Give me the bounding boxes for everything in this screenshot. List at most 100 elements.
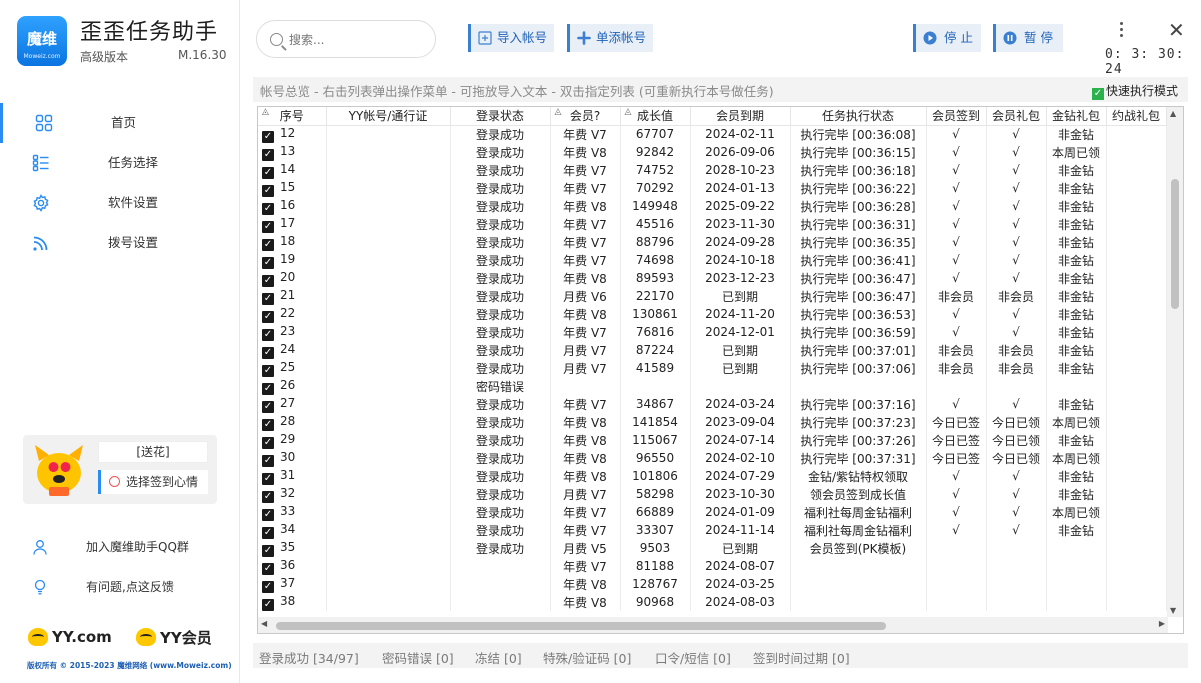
- table-row[interactable]: ✓ 28 登录成功 年费 V8 141854 2023-09-04 执行完毕 [00:37:…: [258, 413, 1167, 431]
- column-header-member[interactable]: ◬ 会员?: [550, 107, 621, 126]
- row-checkbox[interactable]: ✓: [262, 544, 274, 557]
- table-row[interactable]: ✓ 27 登录成功 年费 V7 34867 2024-03-24 执行完毕 [00:37:1…: [258, 395, 1167, 413]
- column-header-login-status[interactable]: 登录状态: [450, 107, 551, 126]
- sidebar-item-dial[interactable]: 拨号设置: [0, 223, 240, 263]
- table-row[interactable]: ✓ 15 登录成功 年费 V7 70292 2024-01-13 执行完毕 [00:36:2…: [258, 179, 1167, 197]
- qq-group-link[interactable]: 加入魔维助手QQ群: [0, 532, 240, 562]
- column-header-battle-gift[interactable]: 约战礼包: [1106, 107, 1167, 126]
- cell-login-status: 登录成功: [450, 287, 551, 305]
- row-checkbox[interactable]: ✓: [262, 436, 274, 449]
- row-checkbox[interactable]: ✓: [262, 346, 274, 359]
- table-row[interactable]: ✓ 37 年费 V8 128767 2024-03-25: [258, 575, 1167, 593]
- row-checkbox[interactable]: ✓: [262, 562, 274, 575]
- row-checkbox[interactable]: ✓: [262, 148, 274, 161]
- cell-task-status: [790, 377, 927, 395]
- row-checkbox[interactable]: ✓: [262, 274, 274, 287]
- table-row[interactable]: ✓ 17 登录成功 年费 V7 45516 2023-11-30 执行完毕 [00:36:3…: [258, 215, 1167, 233]
- cell-member: 年费 V7: [550, 233, 621, 251]
- table-row[interactable]: ✓ 22 登录成功 年费 V8 130861 2024-11-20 执行完毕 [00:36:…: [258, 305, 1167, 323]
- table-row[interactable]: ✓ 29 登录成功 年费 V8 115067 2024-07-14 执行完毕 [00:37:…: [258, 431, 1167, 449]
- column-header-seq[interactable]: ◬ 序号: [258, 107, 327, 126]
- cell-login-status: [450, 593, 551, 611]
- cell-growth: 115067: [620, 431, 691, 449]
- column-header-member-checkin[interactable]: 会员签到: [926, 107, 987, 126]
- stop-button[interactable]: 停 止: [913, 24, 981, 52]
- row-checkbox[interactable]: ✓: [262, 418, 274, 431]
- scroll-thumb[interactable]: [1171, 179, 1179, 309]
- table-row[interactable]: ✓ 25 登录成功 月费 V7 41589 已到期 执行完毕 [00:37:06] 非会员 非会…: [258, 359, 1167, 377]
- row-checkbox[interactable]: ✓: [262, 328, 274, 341]
- close-icon[interactable]: ✕: [1168, 20, 1185, 40]
- column-header-expiry[interactable]: 会员到期: [690, 107, 791, 126]
- row-checkbox[interactable]: ✓: [262, 166, 274, 179]
- row-checkbox[interactable]: ✓: [262, 292, 274, 305]
- row-checkbox[interactable]: ✓: [262, 202, 274, 215]
- table-row[interactable]: ✓ 20 登录成功 年费 V8 89593 2023-12-23 执行完毕 [00:36:4…: [258, 269, 1167, 287]
- cell-login-status: [450, 557, 551, 575]
- column-header-gold-gift[interactable]: 金钻礼包: [1046, 107, 1107, 126]
- sidebar-item-home[interactable]: 首页: [0, 103, 240, 143]
- column-header-account[interactable]: YY帐号/通行证: [326, 107, 451, 126]
- table-row[interactable]: ✓ 13 登录成功 年费 V8 92842 2026-09-06 执行完毕 [00:36:1…: [258, 143, 1167, 161]
- sidebar-item-tasks[interactable]: 任务选择: [0, 143, 240, 183]
- feedback-link[interactable]: 有问题,点这反馈: [0, 572, 240, 602]
- row-checkbox[interactable]: ✓: [262, 382, 274, 395]
- column-header-task-status[interactable]: 任务执行状态: [790, 107, 927, 126]
- horizontal-scrollbar[interactable]: ◀ ▶: [258, 617, 1168, 633]
- import-accounts-button[interactable]: 导入帐号: [468, 24, 554, 52]
- pause-button[interactable]: 暂 停: [993, 24, 1063, 52]
- row-checkbox[interactable]: ✓: [262, 472, 274, 485]
- table-row[interactable]: ✓ 21 登录成功 月费 V6 22170 已到期 执行完毕 [00:36:47] 非会员 非会…: [258, 287, 1167, 305]
- row-checkbox[interactable]: ✓: [262, 238, 274, 251]
- table-row[interactable]: ✓ 18 登录成功 年费 V7 88796 2024-09-28 执行完毕 [00:36:3…: [258, 233, 1167, 251]
- table-row[interactable]: ✓ 34 登录成功 年费 V7 33307 2024-11-14 福利社每周金钻福利 √ √ 非金…: [258, 521, 1167, 539]
- table-row[interactable]: ✓ 14 登录成功 年费 V7 74752 2028-10-23 执行完毕 [00:36:1…: [258, 161, 1167, 179]
- table-row[interactable]: ✓ 31 登录成功 年费 V8 101806 2024-07-29 金钻/紫钻特权领取 √ √ 非…: [258, 467, 1167, 485]
- row-checkbox[interactable]: ✓: [262, 400, 274, 413]
- row-checkbox[interactable]: ✓: [262, 364, 274, 377]
- table-row[interactable]: ✓ 32 登录成功 月费 V7 58298 2023-10-30 领会员签到成长值 √ √ 非金钻: [258, 485, 1167, 503]
- row-checkbox[interactable]: ✓: [262, 598, 274, 611]
- table-row[interactable]: ✓ 33 登录成功 年费 V7 66889 2024-01-09 福利社每周金钻福利 √ √ 本周…: [258, 503, 1167, 521]
- scroll-thumb[interactable]: [276, 622, 886, 630]
- more-menu-icon[interactable]: [1118, 22, 1124, 40]
- scroll-left-icon[interactable]: ◀: [261, 619, 267, 628]
- row-checkbox[interactable]: ✓: [262, 526, 274, 539]
- search-input[interactable]: [289, 30, 424, 50]
- cell-gold-gift: 非金钻: [1046, 125, 1107, 143]
- scroll-right-icon[interactable]: ▶: [1159, 619, 1165, 628]
- scroll-down-icon[interactable]: ▼: [1170, 606, 1176, 615]
- table-row[interactable]: ✓ 23 登录成功 年费 V7 76816 2024-12-01 执行完毕 [00:36:5…: [258, 323, 1167, 341]
- row-checkbox[interactable]: ✓: [262, 130, 274, 143]
- row-checkbox[interactable]: ✓: [262, 184, 274, 197]
- sidebar-item-settings[interactable]: 软件设置: [0, 183, 240, 223]
- table-row[interactable]: ✓ 19 登录成功 年费 V7 74698 2024-10-18 执行完毕 [00:36:4…: [258, 251, 1167, 269]
- send-flowers-button[interactable]: [送花]: [98, 441, 208, 463]
- column-header-growth[interactable]: ◬ 成长值: [620, 107, 691, 126]
- search-box[interactable]: [256, 20, 436, 58]
- table-row[interactable]: ✓ 36 年费 V7 81188 2024-08-07: [258, 557, 1167, 575]
- table-row[interactable]: ✓ 16 登录成功 年费 V8 149948 2025-09-22 执行完毕 [00:36:…: [258, 197, 1167, 215]
- add-account-button[interactable]: 单添帐号: [567, 24, 653, 52]
- table-row[interactable]: ✓ 26 密码错误: [258, 377, 1167, 395]
- row-checkbox[interactable]: ✓: [262, 256, 274, 269]
- cell-battle-gift: [1106, 323, 1167, 341]
- scroll-up-icon[interactable]: ▲: [1170, 109, 1176, 118]
- checkin-mood-button[interactable]: 选择签到心情: [98, 470, 208, 494]
- table-row[interactable]: ✓ 38 年费 V8 90968 2024-08-03: [258, 593, 1167, 611]
- row-checkbox[interactable]: ✓: [262, 508, 274, 521]
- column-header-member-gift[interactable]: 会员礼包: [986, 107, 1047, 126]
- row-checkbox[interactable]: ✓: [262, 580, 274, 593]
- row-checkbox[interactable]: ✓: [262, 310, 274, 323]
- quick-mode-checkbox[interactable]: ✓ 快速执行模式: [1092, 82, 1178, 100]
- row-checkbox[interactable]: ✓: [262, 490, 274, 503]
- cell-member-checkin: 非会员: [926, 287, 987, 305]
- table-row[interactable]: ✓ 30 登录成功 年费 V8 96550 2024-02-10 执行完毕 [00:37:3…: [258, 449, 1167, 467]
- table-row[interactable]: ✓ 24 登录成功 月费 V7 87224 已到期 执行完毕 [00:37:01] 非会员 非会…: [258, 341, 1167, 359]
- row-checkbox[interactable]: ✓: [262, 454, 274, 467]
- cell-gold-gift: [1046, 539, 1107, 557]
- vertical-scrollbar[interactable]: ▲ ▼: [1167, 107, 1183, 617]
- row-checkbox[interactable]: ✓: [262, 220, 274, 233]
- table-row[interactable]: ✓ 12 登录成功 年费 V7 67707 2024-02-11 执行完毕 [00:36:0…: [258, 125, 1167, 143]
- table-row[interactable]: ✓ 35 登录成功 月费 V5 9503 已到期 会员签到(PK模板): [258, 539, 1167, 557]
